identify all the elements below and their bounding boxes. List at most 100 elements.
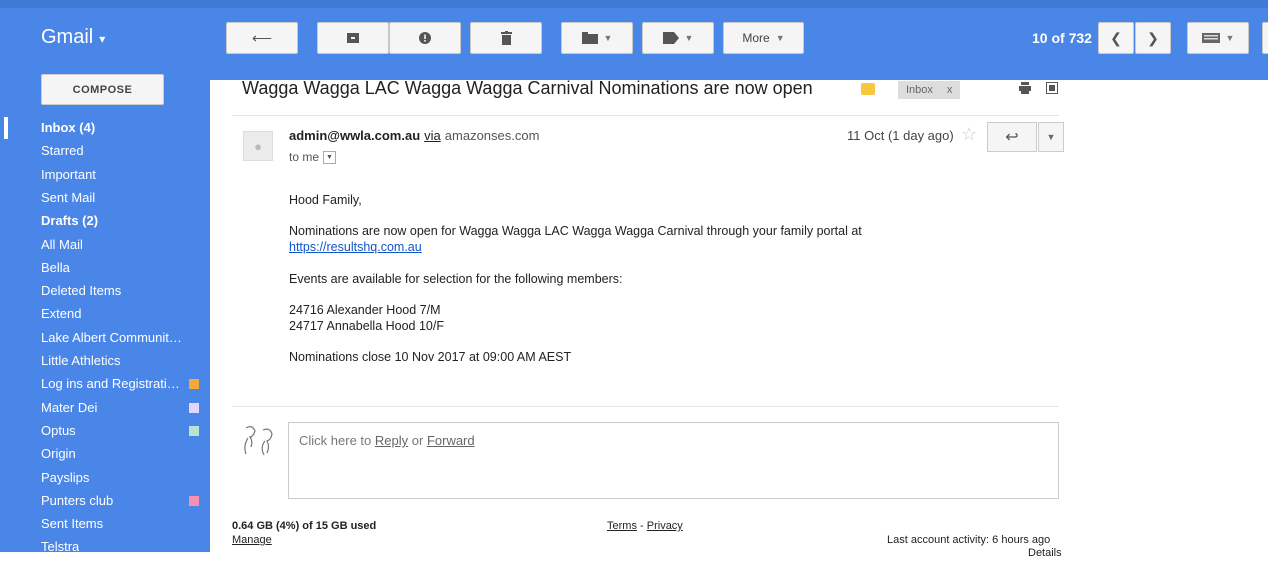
more-button[interactable]: More ▼	[723, 22, 804, 54]
print-icon[interactable]	[1019, 82, 1031, 97]
sidebar-item[interactable]: Sent Items	[41, 514, 201, 534]
arrow-left-icon: ⟵	[251, 29, 273, 46]
message-date: 11 Oct (1 day ago)	[847, 128, 954, 143]
back-button[interactable]: ⟵	[226, 22, 298, 54]
sidebar-item-label: Little Athletics	[41, 353, 121, 368]
person-icon: ●	[254, 138, 262, 154]
pager-count: 10 of 732	[1032, 30, 1092, 46]
more-actions-button[interactable]: ▼	[1038, 122, 1064, 152]
privacy-link[interactable]: Privacy	[647, 520, 683, 532]
sidebar-item-label: Payslips	[41, 469, 90, 485]
terms-link[interactable]: Terms	[607, 520, 637, 532]
chevron-down-icon: ▼	[1046, 132, 1056, 142]
body-close: Nominations close 10 Nov 2017 at 09:00 A…	[289, 350, 572, 364]
forward-link[interactable]: Forward	[427, 433, 475, 448]
compose-button[interactable]: COMPOSE	[41, 74, 164, 105]
sidebar-item-label: Bella	[41, 259, 70, 275]
sidebar-item-label: Origin	[41, 446, 76, 462]
label-color-swatch[interactable]	[189, 379, 199, 390]
label-color-swatch[interactable]	[189, 402, 199, 413]
reply-button[interactable]: ↩	[987, 122, 1037, 152]
manage-text: Manage	[232, 534, 272, 546]
important-label-icon[interactable]	[861, 83, 875, 95]
sidebar-item-label: Sent Items	[41, 516, 104, 532]
sidebar-item[interactable]: Log ins and Registrati…	[41, 374, 201, 394]
member-2: 24717 Annabella Hood 10/F	[289, 319, 444, 333]
sidebar-item[interactable]: Mater Dei	[41, 398, 201, 418]
newer-button[interactable]: ❮	[1098, 22, 1134, 54]
sidebar-item[interactable]: Bella	[41, 258, 201, 278]
body-divider	[232, 406, 1059, 407]
older-button[interactable]: ❯	[1135, 22, 1171, 54]
via-domain: amazonses.com	[444, 128, 540, 143]
sidebar-item[interactable]: Lake Albert Communit…	[41, 328, 201, 348]
archive-icon	[347, 33, 359, 43]
sidebar-item[interactable]: Starred	[41, 141, 201, 161]
show-details-icon[interactable]: ▼	[323, 151, 337, 165]
chevron-left-icon: ❮	[1110, 29, 1122, 46]
sidebar-item[interactable]: Little Athletics	[41, 351, 201, 371]
labels-button[interactable]: ▼	[642, 22, 714, 54]
sidebar-item[interactable]: Payslips	[41, 468, 201, 488]
sidebar-item[interactable]: Punters club	[41, 491, 201, 511]
folder-icon	[581, 32, 598, 44]
sidebar-item[interactable]: Telstra	[41, 537, 201, 557]
new-window-icon[interactable]	[1046, 82, 1058, 97]
sidebar-item-label: Telstra	[41, 539, 80, 555]
sidebar-item-label: Mater Dei	[41, 399, 98, 415]
archive-button[interactable]	[317, 22, 389, 54]
remove-label-icon[interactable]: x	[947, 84, 953, 96]
sidebar-item[interactable]: Extend	[41, 304, 201, 324]
sidebar-item-label: Important	[41, 166, 96, 182]
sidebar-item-label: All Mail	[41, 236, 83, 252]
keyboard-icon	[1201, 33, 1220, 43]
sidebar-item[interactable]: All Mail	[41, 235, 201, 255]
recipient-line: to me ▼	[289, 150, 337, 165]
sidebar-item-label: Punters club	[41, 492, 114, 508]
member-1: 24716 Alexander Hood 7/M	[289, 303, 441, 317]
storage-usage: 0.64 GB (4%) of 15 GB used	[232, 520, 377, 532]
sidebar-item[interactable]: Deleted Items	[41, 281, 201, 301]
chevron-down-icon: ▼	[684, 33, 694, 43]
sidebar-item-label: Starred	[41, 143, 84, 159]
my-avatar-icon	[241, 424, 277, 464]
sender-avatar: ●	[243, 131, 273, 161]
quick-reply-box[interactable]: Click here to Reply or Forward	[288, 422, 1059, 499]
gmail-menu[interactable]: Gmail ▾	[41, 26, 105, 49]
body-greeting: Hood Family,	[289, 193, 362, 207]
delete-button[interactable]	[470, 22, 542, 54]
sidebar-item[interactable]: Sent Mail	[41, 188, 201, 208]
last-activity: Last account activity: 6 hours ago	[887, 534, 1051, 546]
inbox-chip-label: Inbox	[906, 84, 933, 96]
sidebar-item[interactable]: Origin	[41, 444, 201, 464]
label-color-swatch[interactable]	[189, 425, 199, 436]
details-link[interactable]: Details	[1028, 547, 1062, 559]
more-label: More	[742, 31, 770, 45]
portal-link[interactable]: https://resultshq.com.au	[289, 240, 422, 254]
move-to-button[interactable]: ▼	[561, 22, 633, 54]
top-bar-shade	[0, 0, 1268, 8]
settings-button[interactable]	[1262, 22, 1268, 54]
report-spam-button[interactable]	[389, 22, 461, 54]
to-me-label: to me	[289, 150, 320, 164]
footer-links: Terms - Privacy	[607, 520, 683, 532]
sidebar-item-label: Inbox (4)	[41, 120, 96, 135]
reply-link[interactable]: Reply	[375, 433, 408, 448]
manage-storage-link[interactable]: Manage	[232, 534, 272, 546]
sidebar-item[interactable]: Important	[41, 165, 201, 185]
label-color-swatch[interactable]	[189, 495, 199, 506]
sidebar-item[interactable]: Drafts (2)	[41, 211, 201, 231]
sender-line: admin@wwla.com.au via amazonses.com	[289, 128, 539, 143]
body-line-2: Events are available for selection for t…	[289, 272, 623, 286]
sidebar-item-label: Log ins and Registrati…	[41, 376, 180, 392]
sidebar-item[interactable]: Optus	[41, 421, 201, 441]
trash-icon	[500, 31, 512, 45]
top-bar: Gmail ▾ ⟵ ▼ ▼ More ▼ 10 of 732 ❮ ❯ ▼	[0, 0, 1268, 80]
sender-email[interactable]: admin@wwla.com.au	[289, 128, 420, 143]
via-link[interactable]: via	[424, 128, 441, 143]
input-tools-button[interactable]: ▼	[1187, 22, 1249, 54]
chevron-down-icon: ▼	[775, 33, 785, 43]
reply-prefix: Click here to	[299, 433, 372, 448]
star-icon[interactable]: ☆	[961, 124, 977, 145]
sidebar-item[interactable]: Inbox (4)	[41, 118, 201, 138]
